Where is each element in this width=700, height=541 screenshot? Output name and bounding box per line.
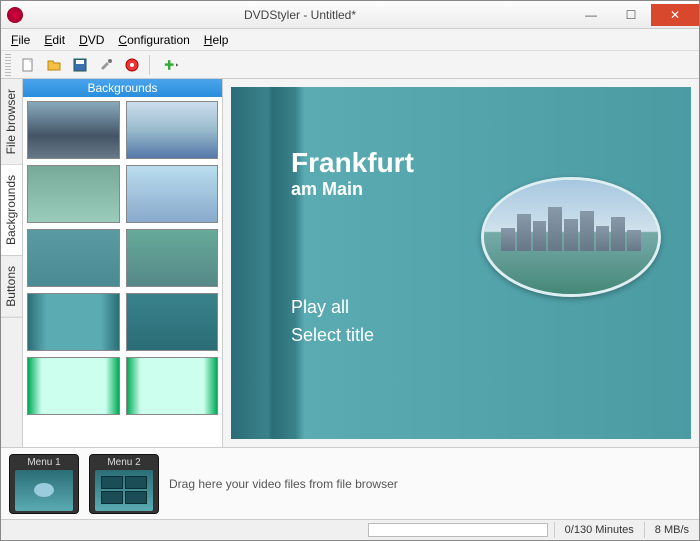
bg-thumb[interactable] [27, 165, 120, 223]
backgrounds-header: Backgrounds [23, 79, 222, 97]
bg-thumb[interactable] [126, 293, 219, 351]
tab-file-browser[interactable]: File browser [1, 79, 22, 165]
minimize-button[interactable]: — [571, 4, 611, 26]
timeline-drop-hint: Drag here your video files from file bro… [169, 477, 398, 491]
dvd-image-oval[interactable] [481, 177, 661, 297]
bg-thumb[interactable] [27, 101, 120, 159]
menubar: File Edit DVD Configuration Help [1, 29, 699, 51]
side-tabs: File browser Backgrounds Buttons [1, 79, 23, 447]
timeline-menu-thumb[interactable]: Menu 2 [89, 454, 159, 514]
bg-thumb[interactable] [126, 101, 219, 159]
dvd-title-line2[interactable]: am Main [291, 179, 363, 200]
toolbar [1, 51, 699, 79]
tab-buttons[interactable]: Buttons [1, 256, 22, 318]
bg-thumb[interactable] [27, 293, 120, 351]
tab-backgrounds[interactable]: Backgrounds [1, 165, 22, 256]
add-button[interactable] [156, 54, 188, 76]
dvd-select-title[interactable]: Select title [291, 325, 374, 346]
timeline-menu-label: Menu 2 [107, 457, 140, 468]
menu-edit[interactable]: Edit [38, 31, 71, 49]
maximize-button[interactable]: ☐ [611, 4, 651, 26]
timeline-panel[interactable]: Menu 1 Menu 2 Drag here your video files… [1, 447, 699, 519]
bg-thumb[interactable] [126, 357, 219, 415]
close-button[interactable]: ✕ [651, 4, 699, 26]
dvd-title-line1[interactable]: Frankfurt [291, 147, 414, 179]
main-area: File browser Backgrounds Buttons Backgro… [1, 79, 699, 447]
bg-thumb[interactable] [126, 165, 219, 223]
backgrounds-grid [23, 97, 222, 447]
status-progress [368, 523, 548, 537]
titlebar: DVDStyler - Untitled* — ☐ ✕ [1, 1, 699, 29]
status-rate: 8 MB/s [644, 522, 699, 538]
timeline-menu-label: Menu 1 [27, 457, 60, 468]
backgrounds-panel: Backgrounds [23, 79, 223, 447]
burn-button[interactable] [121, 54, 143, 76]
bg-thumb[interactable] [126, 229, 219, 287]
status-time: 0/130 Minutes [554, 522, 644, 538]
dvd-play-all[interactable]: Play all [291, 297, 349, 318]
dvd-menu-canvas[interactable]: Frankfurt am Main Play all Select title [231, 87, 691, 439]
settings-button[interactable] [95, 54, 117, 76]
timeline-menu-thumb[interactable]: Menu 1 [9, 454, 79, 514]
bg-thumb[interactable] [27, 229, 120, 287]
menu-configuration[interactable]: Configuration [112, 31, 195, 49]
menu-help[interactable]: Help [198, 31, 235, 49]
toolbar-grip[interactable] [5, 54, 11, 76]
new-button[interactable] [17, 54, 39, 76]
statusbar: 0/130 Minutes 8 MB/s [1, 519, 699, 540]
preview-panel: Frankfurt am Main Play all Select title [223, 79, 699, 447]
menu-file[interactable]: File [5, 31, 36, 49]
window-title: DVDStyler - Untitled* [29, 8, 571, 22]
menu-dvd[interactable]: DVD [73, 31, 110, 49]
app-icon [7, 7, 23, 23]
bg-thumb[interactable] [27, 357, 120, 415]
open-button[interactable] [43, 54, 65, 76]
save-button[interactable] [69, 54, 91, 76]
